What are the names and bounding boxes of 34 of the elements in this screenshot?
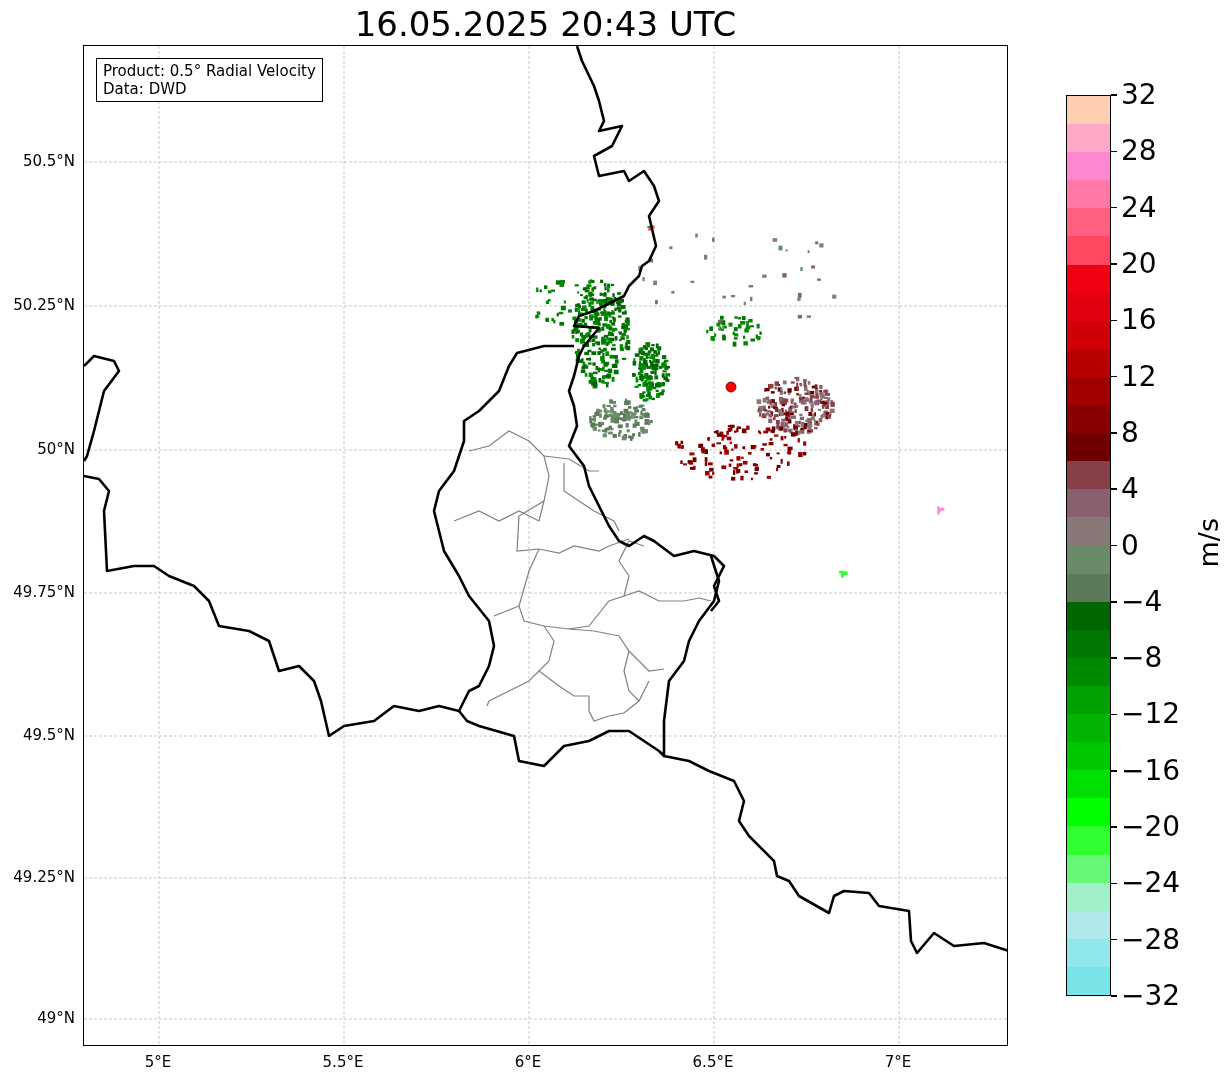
latitude-label: 50.5°N — [22, 152, 75, 170]
colorbar-tick-label: −8 — [1121, 642, 1163, 675]
colorbar-tick-label: 4 — [1121, 473, 1139, 506]
latitude-label: 50°N — [37, 440, 75, 458]
colorbar-tick-label: −20 — [1121, 811, 1181, 844]
longitude-label: 5°E — [144, 1053, 172, 1071]
latitude-label: 49.5°N — [22, 726, 75, 744]
radar-site-marker — [725, 381, 737, 393]
colorbar-tick-label: 20 — [1121, 247, 1157, 280]
info-text: Data: DWD — [103, 80, 188, 98]
longitude-label: 7°E — [884, 1053, 912, 1071]
latitude-label: 49.75°N — [13, 583, 75, 601]
colorbar-tick-label: 24 — [1121, 191, 1157, 224]
colorbar-tick-label: 32 — [1121, 79, 1157, 111]
colorbar-tick-label: 28 — [1121, 135, 1157, 168]
latitude-label: 50.25°N — [13, 296, 75, 314]
longitude-label: 6°E — [514, 1053, 542, 1071]
info-text: Product: 0.5° Radial Velocity — [103, 62, 316, 80]
colorbar-tick-label: −12 — [1121, 698, 1181, 731]
colorbar-tick-label: −28 — [1121, 923, 1181, 956]
longitude-label: 5.5°E — [322, 1053, 364, 1071]
colorbar-tick-label: −24 — [1121, 867, 1181, 900]
colorbar-unit-label: m/s — [1193, 518, 1225, 568]
longitude-label: 6.5°E — [692, 1053, 734, 1071]
latitude-label: 49.25°N — [13, 868, 75, 886]
colorbar-tick-label: −32 — [1121, 980, 1181, 1012]
colorbar-tick-label: −16 — [1121, 754, 1181, 787]
colorbar-tick-label: −4 — [1121, 585, 1163, 618]
colorbar-tick-label: 0 — [1121, 529, 1139, 562]
chart-title: 16.05.2025 20:43 UTC — [353, 3, 738, 45]
colorbar-tick-label: 16 — [1121, 304, 1157, 337]
colorbar-tick-label: 8 — [1121, 416, 1139, 449]
colorbar-tick-label: 12 — [1121, 360, 1157, 393]
latitude-label: 49°N — [37, 1009, 75, 1027]
